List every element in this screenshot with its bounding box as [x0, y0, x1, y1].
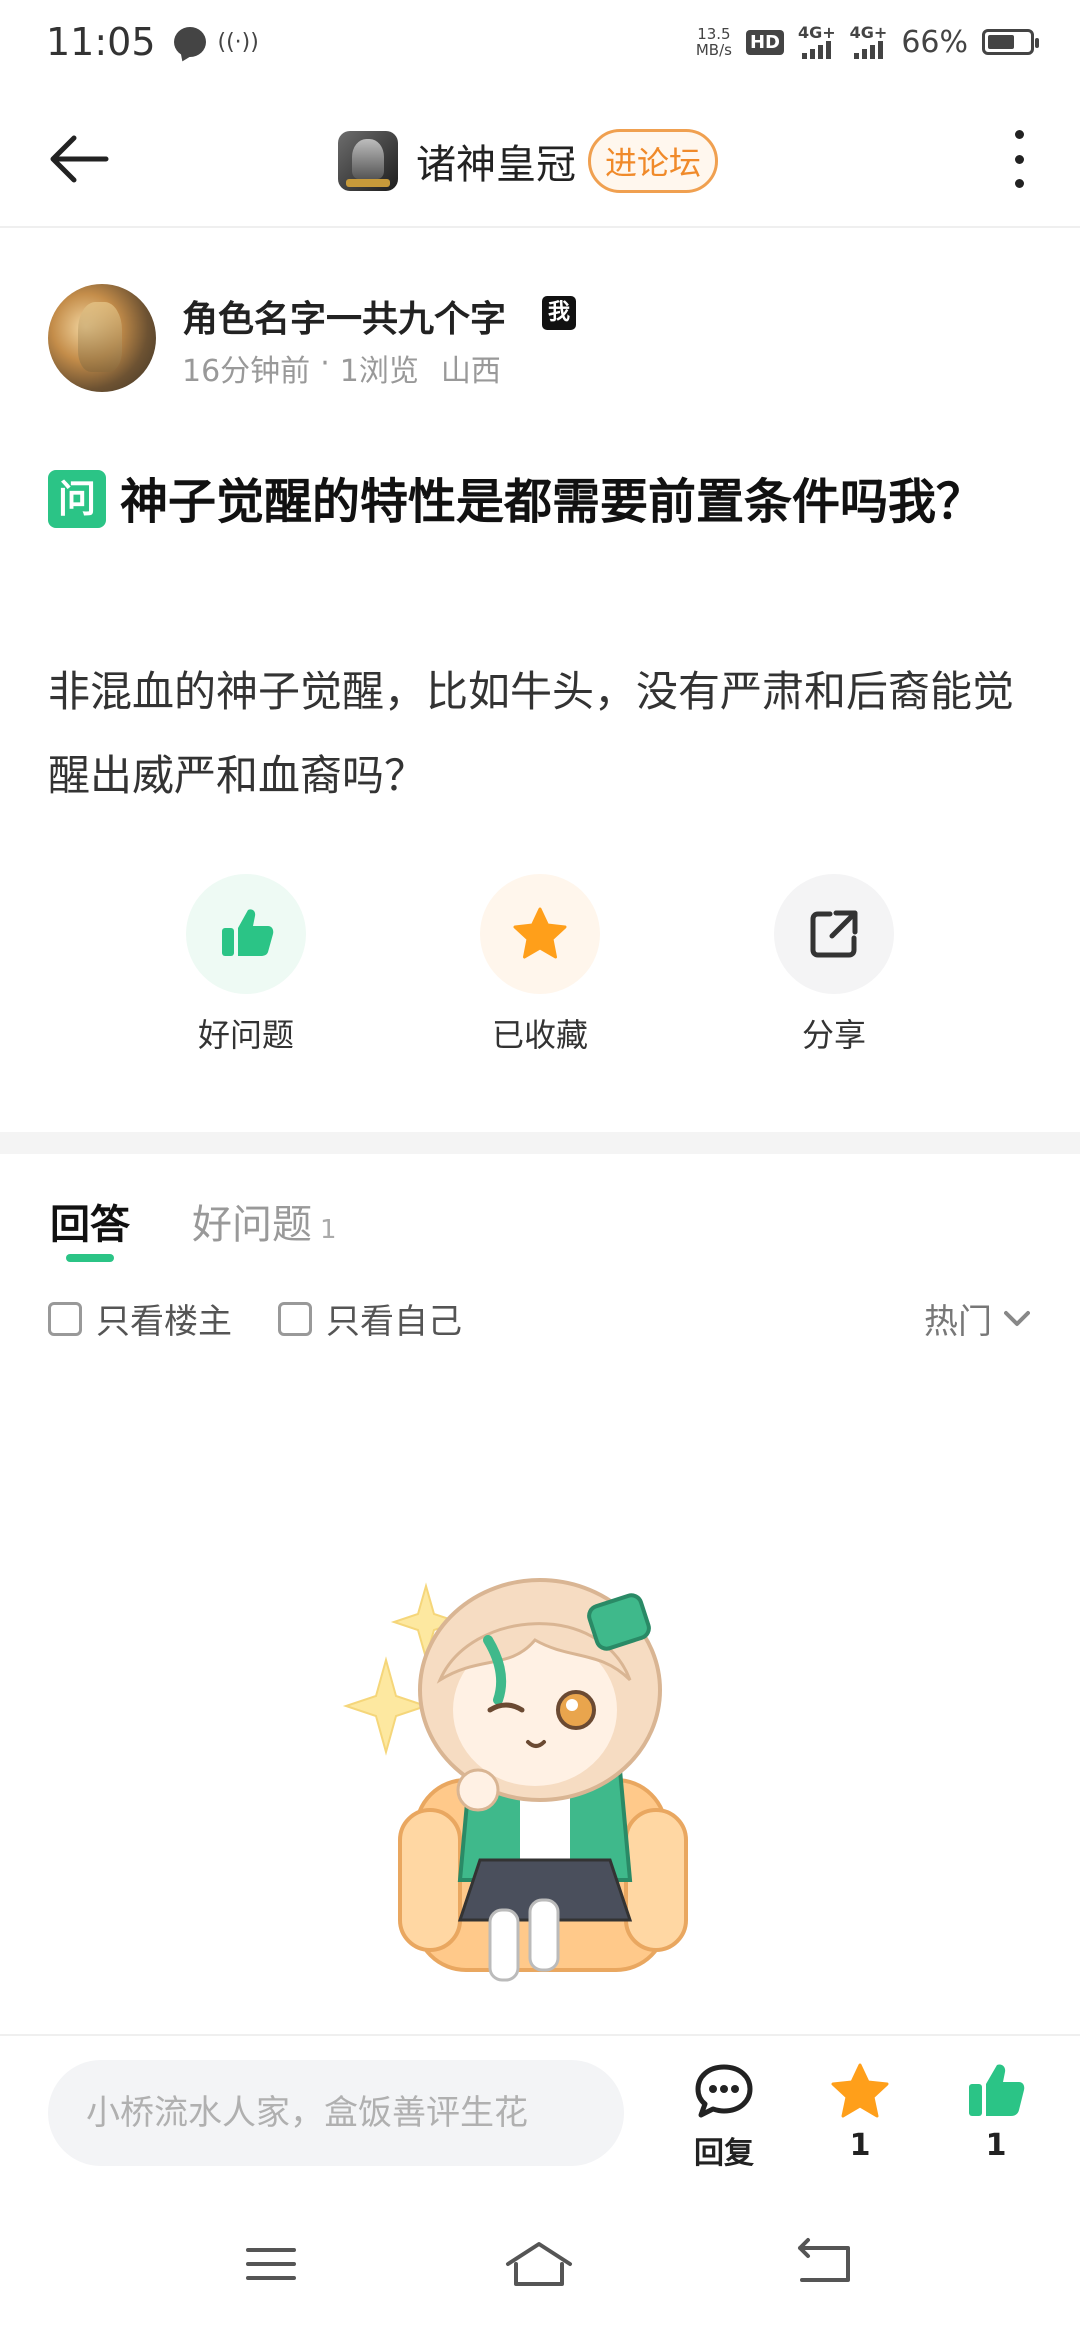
- sort-dropdown[interactable]: 热门: [924, 1294, 1030, 1343]
- share-circle: [774, 874, 894, 994]
- signal-sim2-icon: 4G+: [849, 23, 888, 59]
- post-time: 16分钟前: [182, 354, 311, 389]
- good-question-button[interactable]: 好问题: [146, 874, 346, 1056]
- reply-input[interactable]: [48, 2060, 624, 2166]
- question-badge: 问: [48, 470, 106, 528]
- tab-good-question[interactable]: 好问题 1: [192, 1192, 337, 1250]
- status-bar: 11:05 ((·)) 13.5 MB/s HD 4G+ 4G+ 66%: [0, 0, 1080, 84]
- meta-separator: ·: [320, 346, 330, 381]
- post-actions: 好问题 已收藏 分享: [0, 874, 1080, 1054]
- favorite-count: 1: [849, 2128, 871, 2163]
- good-question-circle: [186, 874, 306, 994]
- chevron-down-icon: [1004, 1310, 1030, 1326]
- like-button[interactable]: 1: [946, 2062, 1046, 2163]
- network-speed: 13.5 MB/s: [696, 26, 732, 58]
- message-notification-icon: [173, 27, 206, 57]
- share-icon: [810, 910, 858, 958]
- system-navigation-bar: [0, 2194, 1080, 2340]
- hd-voice-icon: HD: [745, 29, 784, 55]
- share-label: 分享: [801, 1016, 866, 1054]
- tab-good-question-count: 1: [320, 1215, 337, 1245]
- sim1-network-label: 4G+: [797, 23, 836, 42]
- return-arrow-icon: [798, 2238, 850, 2282]
- back-button[interactable]: [44, 124, 114, 194]
- active-tab-indicator: [66, 1254, 114, 1262]
- home-icon: [506, 2242, 572, 2286]
- share-button[interactable]: 分享: [734, 874, 934, 1056]
- hotspot-icon: ((·)): [217, 29, 259, 55]
- checkbox-icon: [278, 1301, 312, 1336]
- collected-label: 已收藏: [491, 1016, 588, 1054]
- answer-filters: 只看楼主 只看自己 热门: [0, 1280, 1080, 1350]
- me-badge: 我: [542, 296, 576, 330]
- section-divider: [0, 1132, 1080, 1154]
- thumbs-up-icon: [969, 2064, 1025, 2116]
- forum-name: 诸神皇冠: [416, 142, 576, 188]
- question-title: 问神子觉醒的特性是都需要前置条件吗我？: [48, 460, 1038, 544]
- system-back-button[interactable]: [790, 2234, 860, 2294]
- home-button[interactable]: [504, 2234, 574, 2294]
- back-arrow-icon: [50, 135, 109, 183]
- tab-good-question-label: 好问题: [192, 1202, 312, 1248]
- battery-icon: [982, 29, 1039, 55]
- question-body: 非混血的神子觉醒，比如牛头，没有严肃和后裔能觉醒出威严和血裔吗？: [48, 667, 1015, 800]
- checkbox-icon: [48, 1301, 82, 1336]
- menu-lines-icon: [246, 2248, 296, 2280]
- top-bar: 诸神皇冠 进论坛: [0, 84, 1080, 228]
- network-speed-value: 13.5: [697, 25, 731, 43]
- more-dot-icon: [1014, 130, 1024, 139]
- bottom-action-bar: 回复 1 1: [0, 2034, 1080, 2194]
- post-meta: 16分钟前 · 1浏览 山西: [182, 346, 501, 390]
- enter-forum-button[interactable]: 进论坛: [588, 129, 719, 193]
- only-op-label: 只看楼主: [96, 1302, 232, 1342]
- author-info: 角色名字一共九个字 我 16分钟前 · 1浏览 山西: [48, 284, 1038, 394]
- battery-level-fill: [988, 35, 1015, 49]
- reply-button[interactable]: 回复: [674, 2062, 774, 2172]
- battery-percent: 66%: [901, 24, 968, 60]
- game-logo-icon: [338, 131, 398, 191]
- post-location: 山西: [440, 354, 501, 389]
- recent-apps-button[interactable]: [236, 2234, 306, 2294]
- empty-state-mascot-illustration: [330, 1560, 750, 2000]
- author-name[interactable]: 角色名字一共九个字: [182, 290, 506, 342]
- favorite-button[interactable]: 1: [810, 2062, 910, 2163]
- author-avatar[interactable]: [48, 284, 156, 392]
- sort-label: 热门: [924, 1302, 992, 1342]
- network-speed-unit: MB/s: [695, 41, 732, 59]
- good-question-label: 好问题: [197, 1016, 294, 1054]
- comment-bubble-icon: [695, 2064, 753, 2118]
- only-me-label: 只看自己: [326, 1302, 462, 1342]
- reply-label: 回复: [694, 2136, 754, 2171]
- sim2-network-label: 4G+: [849, 23, 888, 42]
- more-dot-icon: [1014, 154, 1024, 164]
- question-title-text: 神子觉醒的特性是都需要前置条件吗我？: [120, 474, 985, 530]
- view-count: 1浏览: [339, 354, 419, 389]
- more-options-button[interactable]: [1004, 124, 1034, 194]
- signal-sim1-icon: 4G+: [798, 25, 836, 59]
- more-dot-icon: [1014, 179, 1024, 188]
- answer-tabs: 回答 好问题 1: [0, 1154, 1080, 1274]
- forum-header[interactable]: 诸神皇冠 进论坛: [338, 126, 719, 196]
- star-icon: [513, 907, 567, 959]
- only-me-checkbox[interactable]: 只看自己: [278, 1294, 462, 1343]
- star-icon: [831, 2063, 889, 2118]
- thumbs-up-icon: [222, 909, 274, 956]
- collect-circle: [480, 874, 600, 994]
- collect-button[interactable]: 已收藏: [440, 874, 640, 1056]
- status-time: 11:05: [46, 20, 156, 64]
- like-count: 1: [985, 2128, 1007, 2163]
- only-op-checkbox[interactable]: 只看楼主: [48, 1294, 232, 1343]
- tab-answers[interactable]: 回答: [50, 1192, 130, 1250]
